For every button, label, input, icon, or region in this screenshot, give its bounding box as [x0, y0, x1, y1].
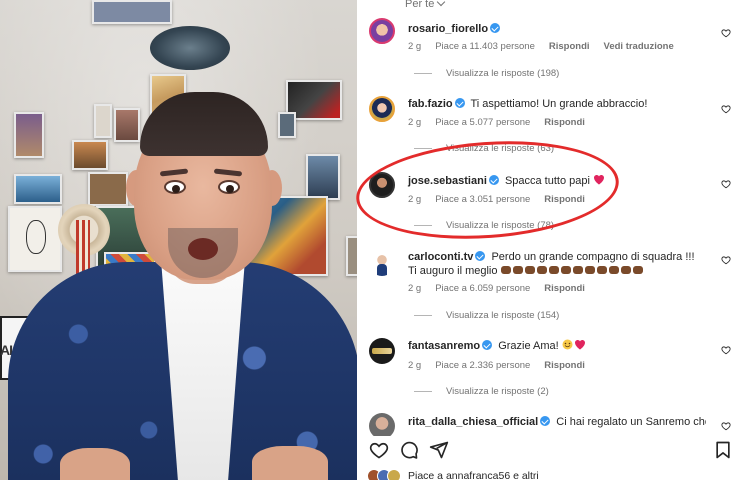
wall-photo	[346, 236, 357, 276]
person-mouth	[188, 238, 218, 260]
verified-badge-icon	[490, 23, 501, 33]
feed-label: Per te	[405, 0, 435, 10]
view-replies-label: Visualizza le risposte (154)	[446, 310, 560, 321]
muscle-emoji-row	[500, 265, 649, 277]
wall-sketch	[8, 206, 62, 272]
wall-photo	[14, 174, 62, 204]
comment-icon[interactable]	[399, 440, 419, 460]
comment-username[interactable]: rosario_fiorello	[408, 23, 488, 35]
bookmark-icon[interactable]	[713, 440, 733, 460]
likes-summary[interactable]: Piace a annafranca56 e altri	[357, 468, 740, 480]
avatar[interactable]	[369, 18, 395, 44]
likes-text: Piace a annafranca56 e altri	[408, 470, 539, 480]
comment-username[interactable]: fab.fazio	[408, 98, 453, 110]
comment-text-line2: Ti auguro il meglio	[408, 265, 498, 277]
comment-text: Grazie Ama!	[498, 340, 559, 352]
view-replies-button[interactable]: Visualizza le risposte (2)	[414, 386, 549, 397]
verified-badge-icon	[540, 416, 551, 426]
wall-photo	[88, 172, 128, 206]
avatar[interactable]	[369, 96, 395, 122]
wall-photo	[94, 104, 112, 138]
comment-text: Ti aspettiamo! Un grande abbraccio!	[470, 98, 648, 110]
comment-likes[interactable]: Piace a 6.059 persone	[435, 283, 530, 294]
heart-icon[interactable]	[721, 255, 731, 265]
verified-badge-icon	[454, 98, 465, 108]
post-action-bar	[357, 436, 740, 464]
view-replies-label: Visualizza le risposte (198)	[446, 68, 560, 79]
feed-selector[interactable]: Per te	[405, 0, 446, 10]
reply-button[interactable]: Rispondi	[549, 41, 590, 52]
person-eye	[164, 180, 186, 194]
comment-time: 2 g	[408, 283, 422, 294]
view-replies-label: Visualizza le risposte (2)	[446, 386, 549, 397]
translate-button[interactable]: Vedi traduzione	[604, 41, 674, 52]
reply-button[interactable]: Rispondi	[544, 117, 585, 128]
avatar[interactable]	[369, 250, 395, 276]
emoji-pair	[562, 339, 585, 350]
view-replies-button[interactable]: Visualizza le risposte (198)	[414, 68, 559, 79]
heart-icon[interactable]	[721, 179, 731, 189]
avatar	[387, 469, 401, 480]
comment-likes[interactable]: Piace a 5.077 persone	[435, 117, 530, 128]
comment-username[interactable]: rita_dalla_chiesa_official	[408, 416, 538, 428]
heart-icon[interactable]	[369, 440, 389, 460]
heart-icon[interactable]	[721, 28, 731, 38]
wall-photo	[306, 154, 340, 200]
reply-button[interactable]: Rispondi	[544, 360, 585, 371]
verified-badge-icon	[475, 251, 486, 261]
comment-text: Perdo un grande compagno di squadra !!!	[491, 251, 695, 263]
avatar[interactable]	[369, 338, 395, 364]
comment-username[interactable]: fantasanremo	[408, 340, 480, 352]
heart-icon[interactable]	[721, 104, 731, 114]
heart-icon[interactable]	[721, 345, 731, 355]
wall-photo	[72, 140, 108, 170]
person-eye	[218, 180, 240, 194]
comment-text: Ci hai regalato un Sanremo che	[556, 416, 706, 428]
wall-photo	[114, 108, 140, 142]
comment-time: 2 g	[408, 41, 422, 52]
person-hand	[60, 448, 130, 480]
comment-username[interactable]: carloconti.tv	[408, 251, 473, 263]
comments-panel[interactable]: Per te rosario_fiorello 2 g Piace a 11.40…	[357, 0, 740, 480]
comment-time: 2 g	[408, 117, 422, 128]
video-player[interactable]: ALIN	[0, 0, 357, 480]
share-icon[interactable]	[429, 440, 449, 460]
comment-time: 2 g	[408, 360, 422, 371]
verified-badge-icon	[482, 340, 493, 350]
wall-poster	[92, 0, 172, 24]
wall-disc-decoration	[150, 26, 230, 70]
view-replies-button[interactable]: Visualizza le risposte (154)	[414, 310, 559, 321]
comment-likes[interactable]: Piace a 11.403 persone	[435, 41, 535, 52]
chevron-down-icon	[437, 0, 446, 7]
person-hand	[252, 446, 328, 480]
heart-icon[interactable]	[721, 421, 731, 431]
wall-photo	[278, 112, 296, 138]
reply-button[interactable]: Rispondi	[544, 283, 585, 294]
wall-photo	[14, 112, 44, 158]
comment-likes[interactable]: Piace a 2.336 persone	[435, 360, 530, 371]
